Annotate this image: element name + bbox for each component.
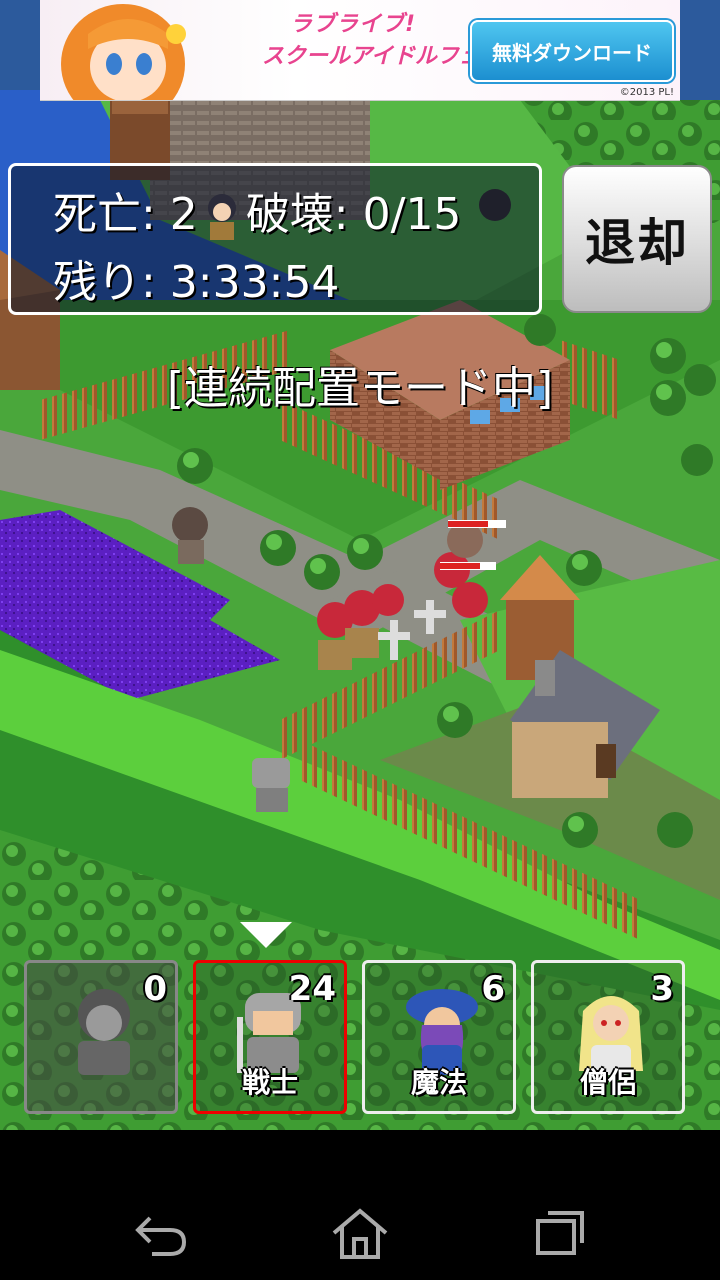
selected-unit-arrow-icon xyxy=(240,922,292,948)
knight-portrait-icon xyxy=(78,989,130,1075)
placement-mode-indicator: [連続配置モード中] xyxy=(166,363,554,414)
unit-label: 僧侶 xyxy=(579,1066,636,1099)
recents-icon xyxy=(536,1211,584,1255)
game-map[interactable]: ラブライブ! スクールアイドルフェスティバル 無料ダウンロード ©2013 PL… xyxy=(0,0,720,1130)
remaining-timer: 残り: 3:33:54 xyxy=(53,257,340,308)
home-button[interactable] xyxy=(325,1198,395,1268)
unit-label: 戦士 xyxy=(241,1066,298,1099)
recents-button[interactable] xyxy=(525,1198,595,1268)
back-button[interactable] xyxy=(125,1198,195,1268)
ad-copyright: ©2013 PL! xyxy=(619,87,674,98)
back-icon xyxy=(135,1216,187,1256)
ad-logo-title: ラブライブ! xyxy=(290,12,417,37)
ad-banner[interactable]: ラブライブ! スクールアイドルフェスティバル 無料ダウンロード ©2013 PL… xyxy=(40,0,680,101)
unit-card-knight[interactable]: 0 xyxy=(24,960,178,1114)
home-icon xyxy=(332,1208,388,1259)
unit-label: 魔法 xyxy=(410,1066,467,1099)
ad-download-button[interactable]: 無料ダウンロード xyxy=(470,20,674,82)
unit-count: 3 xyxy=(650,969,674,1009)
unit-portrait-icon xyxy=(200,192,244,242)
ad-character-image xyxy=(61,4,186,100)
unit-card-priest[interactable]: 3 僧侶 xyxy=(531,960,685,1114)
unit-card-mage[interactable]: 6 魔法 xyxy=(362,960,516,1114)
status-panel: 死亡: 2 破壊: 0/15 残り: 3:33:54 xyxy=(8,163,542,315)
retreat-button[interactable]: 退却 xyxy=(562,165,712,313)
status-row-1: 死亡: 2 破壊: 0/15 xyxy=(53,192,461,242)
unit-count: 0 xyxy=(143,969,167,1009)
unit-card-warrior[interactable]: 24 戦士 xyxy=(193,960,347,1114)
unit-count: 6 xyxy=(481,969,505,1009)
destroyed-counter: 破壊: 0/15 xyxy=(245,189,462,240)
deaths-counter: 死亡: 2 xyxy=(53,189,198,240)
unit-count: 24 xyxy=(288,969,336,1009)
